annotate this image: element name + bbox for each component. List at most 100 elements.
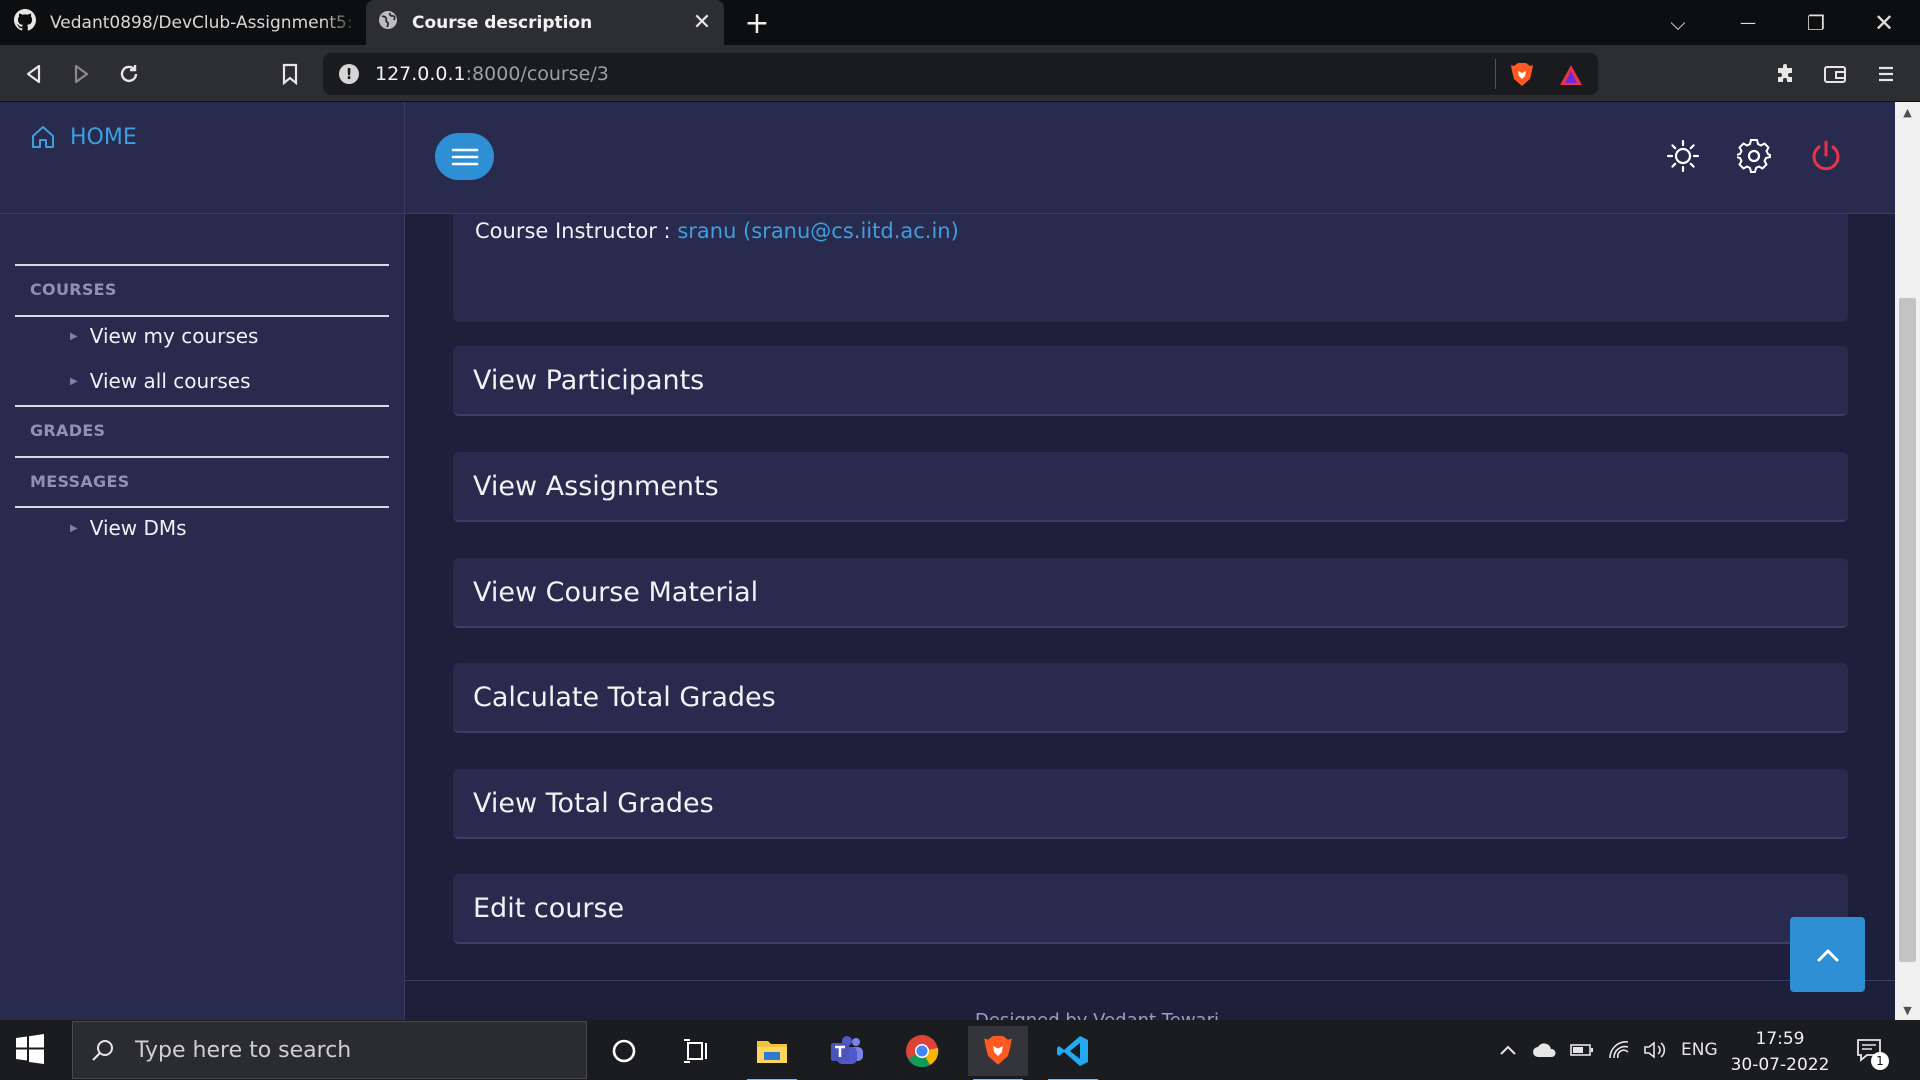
sidebar-heading-courses: COURSES xyxy=(30,280,117,299)
page-header xyxy=(405,102,1895,214)
forward-icon[interactable] xyxy=(65,58,97,90)
site-info-icon[interactable]: ! xyxy=(339,64,359,84)
sidebar-toggle-button[interactable] xyxy=(435,133,494,180)
edit-course-button[interactable]: Edit course xyxy=(453,874,1848,944)
address-bar[interactable]: ! 127.0.0.1:8000/course/3 xyxy=(323,53,1598,95)
calculate-total-grades-button[interactable]: Calculate Total Grades xyxy=(453,663,1848,733)
cortana-icon[interactable] xyxy=(594,1026,654,1076)
browser-menu-icon[interactable] xyxy=(1870,58,1902,90)
divider xyxy=(15,506,389,508)
volume-icon[interactable] xyxy=(1643,1020,1667,1080)
back-icon[interactable] xyxy=(18,58,50,90)
restore-icon[interactable]: ❐ xyxy=(1788,0,1844,45)
search-icon xyxy=(92,1040,113,1061)
sidebar-item-view-dms[interactable]: ▶ View DMs xyxy=(70,516,187,540)
notification-badge: 1 xyxy=(1871,1052,1889,1070)
file-explorer-icon[interactable] xyxy=(742,1026,802,1080)
sidebar-item-view-my-courses[interactable]: ▶ View my courses xyxy=(70,324,258,348)
close-tab-icon[interactable]: ✕ xyxy=(690,10,714,35)
minimize-icon[interactable]: — xyxy=(1720,0,1776,45)
tab-github[interactable]: Vedant0898/DevClub-Assignment5: Backend xyxy=(14,0,360,45)
instructor-label: Course Instructor : xyxy=(475,219,678,243)
onedrive-icon[interactable] xyxy=(1532,1020,1558,1080)
divider xyxy=(15,405,389,407)
view-course-material-button[interactable]: View Course Material xyxy=(453,558,1848,628)
chevron-up-icon xyxy=(1817,949,1838,961)
instructor-link[interactable]: sranu (sranu@cs.iitd.ac.in) xyxy=(677,219,959,243)
reload-icon[interactable] xyxy=(113,58,145,90)
course-instructor: Course Instructor : sranu (sranu@cs.iitd… xyxy=(475,219,959,243)
show-hidden-icons[interactable] xyxy=(1498,1020,1518,1080)
language-indicator[interactable]: ENG xyxy=(1681,1020,1718,1080)
sidebar-item-label: HOME xyxy=(70,124,137,150)
gear-icon xyxy=(1737,139,1771,173)
tab-course-description[interactable]: Course description ✕ xyxy=(366,0,724,45)
power-icon xyxy=(1812,140,1840,171)
scroll-down-arrow-icon[interactable]: ▼ xyxy=(1895,1000,1920,1020)
sidebar-heading-grades[interactable]: GRADES xyxy=(30,421,105,440)
wallet-icon[interactable] xyxy=(1819,58,1851,90)
divider xyxy=(15,264,389,266)
taskbar-search[interactable]: Type here to search xyxy=(72,1021,587,1079)
chrome-icon[interactable] xyxy=(892,1026,952,1076)
url-text: 127.0.0.1:8000/course/3 xyxy=(375,63,609,85)
teams-icon[interactable] xyxy=(817,1026,877,1076)
sidebar xyxy=(0,102,405,1020)
logout-button[interactable] xyxy=(1808,138,1844,174)
tab-search-icon[interactable]: ⌵ xyxy=(1650,0,1706,45)
github-icon xyxy=(14,9,37,36)
brave-shields-icon[interactable] xyxy=(1510,62,1534,92)
brave-rewards-icon[interactable] xyxy=(1558,63,1584,91)
vscode-icon[interactable] xyxy=(1043,1026,1103,1080)
sidebar-item-label: View my courses xyxy=(89,324,259,348)
extensions-icon[interactable] xyxy=(1770,58,1802,90)
scrollbar-thumb[interactable] xyxy=(1899,298,1916,962)
divider xyxy=(15,315,389,317)
caret-right-icon: ▶ xyxy=(70,522,78,534)
new-tab-button[interactable]: + xyxy=(740,6,774,41)
divider xyxy=(1495,59,1496,89)
scroll-to-top-button[interactable] xyxy=(1790,917,1865,992)
course-info-card: Course Instructor : sranu (sranu@cs.iitd… xyxy=(453,214,1848,322)
view-assignments-button[interactable]: View Assignments xyxy=(453,452,1848,522)
home-icon xyxy=(32,126,54,148)
divider xyxy=(15,456,389,458)
search-placeholder: Type here to search xyxy=(135,1037,352,1063)
clock-time: 17:59 xyxy=(1755,1029,1805,1049)
task-view-icon[interactable] xyxy=(666,1026,726,1076)
tab-title: Vedant0898/DevClub-Assignment5: Backend xyxy=(50,12,360,33)
bookmark-icon[interactable] xyxy=(274,58,306,90)
globe-icon xyxy=(378,10,398,35)
brave-browser-icon[interactable] xyxy=(968,1026,1028,1080)
caret-right-icon: ▶ xyxy=(70,375,78,387)
footer-credit: Designed by Vedant Tewari xyxy=(975,1010,1219,1020)
taskbar-clock[interactable]: 17:59 30-07-2022 xyxy=(1725,1026,1835,1078)
sidebar-brand-area xyxy=(0,102,404,214)
sun-icon xyxy=(1666,139,1700,173)
sidebar-item-label: View DMs xyxy=(89,516,187,540)
view-participants-button[interactable]: View Participants xyxy=(453,346,1848,416)
caret-right-icon: ▶ xyxy=(70,330,78,342)
view-total-grades-button[interactable]: View Total Grades xyxy=(453,769,1848,839)
tab-title: Course description xyxy=(412,12,593,33)
sidebar-item-view-all-courses[interactable]: ▶ View all courses xyxy=(70,369,251,393)
theme-toggle-button[interactable] xyxy=(1665,138,1701,174)
wifi-icon[interactable] xyxy=(1608,1020,1630,1080)
close-window-icon[interactable]: ✕ xyxy=(1856,0,1912,45)
clock-date: 30-07-2022 xyxy=(1730,1055,1830,1075)
browser-toolbar: ! 127.0.0.1:8000/course/3 xyxy=(0,45,1920,102)
sidebar-item-label: View all courses xyxy=(89,369,251,393)
windows-start-icon[interactable] xyxy=(15,1034,55,1068)
notification-center[interactable]: 1 xyxy=(1855,1020,1889,1080)
scroll-up-arrow-icon[interactable]: ▲ xyxy=(1895,102,1920,122)
battery-icon[interactable] xyxy=(1570,1020,1594,1080)
page-scrollbar[interactable]: ▲ ▼ xyxy=(1895,102,1920,1020)
footer-divider xyxy=(405,980,1895,981)
hamburger-icon xyxy=(451,148,478,165)
browser-tab-bar: Vedant0898/DevClub-Assignment5: Backend … xyxy=(0,0,1920,45)
taskbar: Type here to search ENG 17:59 30-07-2022 xyxy=(0,1020,1920,1080)
main-content: Course Instructor : sranu (sranu@cs.iitd… xyxy=(405,214,1895,1020)
sidebar-heading-messages: MESSAGES xyxy=(30,472,130,491)
sidebar-item-home[interactable]: HOME xyxy=(30,124,137,150)
settings-button[interactable] xyxy=(1736,138,1772,174)
